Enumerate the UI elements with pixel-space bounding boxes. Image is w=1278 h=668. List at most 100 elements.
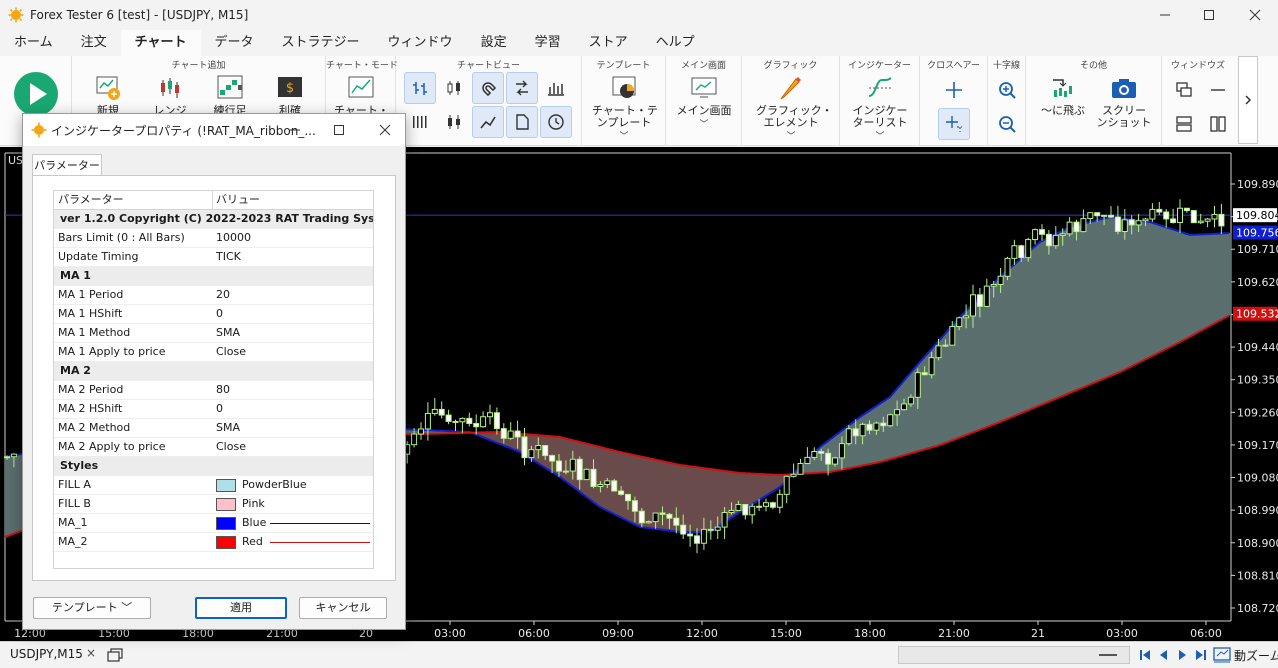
period-button[interactable] — [540, 106, 572, 138]
grid-param-row[interactable]: MA_1 Blue — [54, 514, 373, 533]
dialog-maximize-button[interactable] — [321, 114, 357, 146]
first-bar-icon[interactable] — [1138, 648, 1152, 662]
color-name[interactable]: Red — [242, 533, 263, 551]
grid-param-row[interactable]: MA_2 Red — [54, 533, 373, 552]
chart-mode-button[interactable]: チャート・ — [334, 74, 389, 117]
crosshair-snap-button[interactable] — [938, 108, 970, 140]
next-bar-icon[interactable] — [1176, 648, 1190, 662]
menu-tab-7[interactable]: 学習 — [521, 30, 575, 56]
template-dropdown-button[interactable]: テンプレート ﹀ — [33, 597, 151, 619]
grid-button[interactable] — [404, 106, 436, 138]
cascade-windows-button[interactable] — [1168, 74, 1200, 106]
grid-param-row[interactable]: MA 2 HShift 0 — [54, 400, 373, 419]
menu-tab-1[interactable]: 注文 — [67, 30, 121, 56]
chart-shift-button[interactable] — [506, 72, 538, 104]
crosshair-button[interactable] — [938, 74, 970, 106]
last-bar-icon[interactable] — [1194, 648, 1208, 662]
start-test-button[interactable] — [14, 72, 58, 116]
volume-button[interactable] — [540, 72, 572, 104]
bar-chart-view-button[interactable] — [404, 72, 436, 104]
new-chart-button[interactable]: 新規 — [86, 74, 130, 117]
grid-param-row[interactable]: FILL A PowderBlue — [54, 476, 373, 495]
column-separator[interactable] — [212, 191, 213, 210]
param-column-header[interactable]: パラメーター — [58, 191, 124, 209]
auto-zoom-icon[interactable] — [1212, 646, 1232, 664]
grid-param-row[interactable]: MA 1 Apply to price Close — [54, 343, 373, 362]
color-name[interactable]: PowderBlue — [242, 476, 307, 494]
indicator-list-button[interactable]: インジケー ターリスト ﹀ — [850, 74, 910, 142]
grid-param-row[interactable]: FILL B Pink — [54, 495, 373, 514]
zoom-out-button[interactable] — [991, 108, 1023, 140]
scroll-track[interactable] — [898, 646, 1130, 664]
param-value[interactable]: 0 — [216, 305, 223, 323]
grid-param-row[interactable]: MA 2 Apply to price Close — [54, 438, 373, 457]
param-value[interactable]: TICK — [216, 248, 241, 266]
grid-param-row[interactable]: MA 1 HShift 0 — [54, 305, 373, 324]
magnet-button[interactable] — [472, 72, 504, 104]
menu-tab-6[interactable]: 設定 — [467, 30, 521, 56]
goto-button[interactable]: 〜に飛ぶ — [1036, 74, 1090, 117]
auto-zoom-label[interactable]: 動ズーム — [1234, 647, 1278, 664]
ma-ribbon-fill — [4, 456, 8, 538]
tile-vertical-button[interactable] — [1202, 108, 1234, 140]
color-name[interactable]: Pink — [242, 495, 265, 513]
ribbon-scroll-right-button[interactable] — [1238, 56, 1258, 144]
chart-template-button[interactable]: チャート・テ ンプレート ﹀ — [592, 74, 658, 142]
color-swatch[interactable] — [216, 536, 236, 549]
menu-tab-3[interactable]: データ — [201, 30, 268, 56]
param-value[interactable]: 0 — [216, 400, 223, 418]
param-value[interactable]: 80 — [216, 381, 230, 399]
screenshot-button[interactable]: スクリー ンショット — [1096, 74, 1152, 129]
param-value[interactable]: Close — [216, 438, 246, 456]
dialog-minimize-button[interactable] — [277, 114, 313, 146]
minimize-all-button[interactable] — [1202, 74, 1234, 106]
grid-param-row[interactable]: MA 1 Period 20 — [54, 286, 373, 305]
menu-tab-5[interactable]: ウィンドウ — [374, 30, 467, 56]
line-chart-button[interactable] — [472, 106, 504, 138]
close-window-button[interactable] — [1232, 0, 1278, 30]
grid-param-row[interactable]: Update Timing TICK — [54, 248, 373, 267]
chart-tab-label[interactable]: USDJPY,M15 — [10, 647, 83, 661]
param-value[interactable]: Close — [216, 343, 246, 361]
menu-tab-8[interactable]: ストア — [575, 30, 642, 56]
previous-bar-icon[interactable] — [1156, 648, 1170, 662]
tab-parameters[interactable]: パラメーター — [32, 154, 102, 176]
menu-tab-4[interactable]: ストラテジー — [268, 30, 374, 56]
grid-param-row[interactable]: MA 2 Period 80 — [54, 381, 373, 400]
restore-window-icon[interactable] — [106, 647, 124, 663]
param-value[interactable]: SMA — [216, 419, 240, 437]
maximize-button[interactable] — [1186, 0, 1232, 30]
candle-view-button[interactable] — [438, 72, 470, 104]
scroll-thumb[interactable] — [1099, 654, 1117, 656]
color-swatch[interactable] — [216, 479, 236, 492]
renko-chart-button[interactable]: 練行足 — [208, 74, 252, 117]
param-value[interactable]: SMA — [216, 324, 240, 342]
menu-tab-0[interactable]: ホーム — [0, 30, 67, 56]
main-screen-button[interactable]: メイン画面 ﹀ — [674, 74, 734, 130]
grid-param-row[interactable]: Bars Limit (0 : All Bars) 10000 — [54, 229, 373, 248]
range-chart-button[interactable]: レンジ — [148, 74, 192, 117]
page-button[interactable] — [506, 106, 538, 138]
dialog-close-button[interactable] — [367, 114, 403, 146]
graphic-element-button[interactable]: グラフィック・ エレメント ﹀ — [756, 74, 833, 142]
grid-param-row[interactable]: MA 2 Method SMA — [54, 419, 373, 438]
profit-chart-button[interactable]: $ 利確 — [268, 74, 312, 117]
color-name[interactable]: Blue — [242, 514, 266, 532]
tile-horizontal-button[interactable] — [1168, 108, 1200, 140]
line-style-preview[interactable] — [270, 523, 370, 524]
menu-tab-2[interactable]: チャート — [120, 30, 201, 56]
zoom-in-button[interactable] — [991, 74, 1023, 106]
apply-button[interactable]: 適用 — [195, 597, 287, 619]
menu-tab-9[interactable]: ヘルプ — [642, 30, 709, 56]
color-swatch[interactable] — [216, 517, 236, 530]
param-value[interactable]: 20 — [216, 286, 230, 304]
color-swatch[interactable] — [216, 498, 236, 511]
line-style-preview[interactable] — [270, 542, 370, 543]
cancel-button[interactable]: キャンセル — [299, 597, 387, 619]
param-value[interactable]: 10000 — [216, 229, 251, 247]
candle-dark-button[interactable] — [438, 106, 470, 138]
chart-tab-close-button[interactable]: × — [86, 646, 96, 660]
grid-param-row[interactable]: MA 1 Method SMA — [54, 324, 373, 343]
minimize-button[interactable] — [1142, 0, 1188, 30]
value-column-header[interactable]: バリュー — [216, 191, 260, 209]
